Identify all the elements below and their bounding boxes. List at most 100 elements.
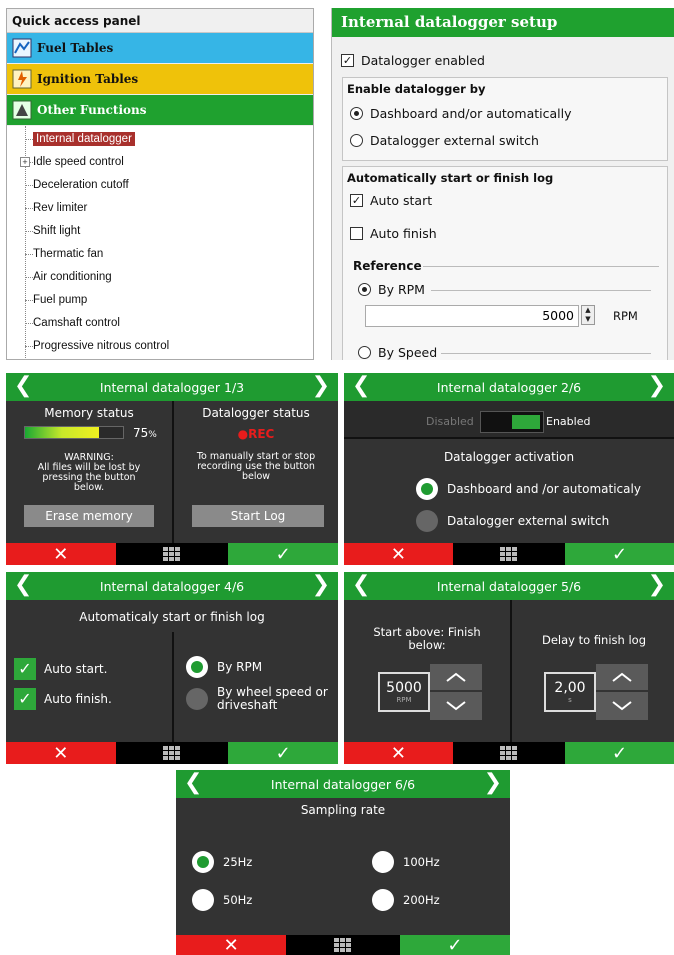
auto-start-label: Auto start. bbox=[44, 662, 108, 676]
screen-header: ❮ Internal datalogger 1/3 ❯ bbox=[6, 373, 338, 401]
tree-item-thermatic-fan[interactable]: Thermatic fan bbox=[7, 243, 313, 266]
radio-dashboard-selected[interactable] bbox=[416, 478, 438, 500]
cancel-button[interactable]: ✕ bbox=[6, 742, 116, 764]
radio-by-rpm[interactable] bbox=[186, 656, 208, 678]
confirm-button[interactable]: ✓ bbox=[228, 742, 338, 764]
memory-bar bbox=[24, 426, 124, 439]
prev-arrow-icon[interactable]: ❮ bbox=[352, 373, 370, 399]
radio-by-speed[interactable]: By Speed bbox=[358, 345, 437, 360]
cancel-button[interactable]: ✕ bbox=[6, 543, 116, 565]
datalogger-setup-panel: Internal datalogger setup ✓ Datalogger e… bbox=[331, 8, 674, 360]
enabled-label: Enabled bbox=[546, 415, 591, 428]
increment-icon[interactable] bbox=[430, 664, 482, 692]
screen-header: ❮ Internal datalogger 2/6 ❯ bbox=[344, 373, 674, 401]
radio-by-wheel-speed[interactable] bbox=[186, 688, 208, 710]
next-arrow-icon[interactable]: ❯ bbox=[648, 373, 666, 399]
auto-finish-checkbox[interactable]: Auto finish bbox=[350, 226, 437, 241]
close-icon: ✕ bbox=[390, 742, 406, 764]
function-tree: Internal datalogger + Idle speed control … bbox=[7, 126, 313, 358]
close-icon: ✕ bbox=[53, 543, 69, 565]
start-log-button[interactable]: Start Log bbox=[192, 505, 324, 527]
category-label: Other Functions bbox=[37, 103, 147, 117]
rpm-stepper[interactable] bbox=[430, 664, 482, 720]
next-arrow-icon[interactable]: ❯ bbox=[648, 572, 666, 598]
cancel-button[interactable]: ✕ bbox=[344, 742, 453, 764]
setup-title: Internal datalogger setup bbox=[332, 8, 674, 37]
menu-button[interactable] bbox=[115, 543, 229, 565]
rpm-value-box[interactable]: 5000 RPM bbox=[378, 672, 430, 712]
expand-icon[interactable]: + bbox=[20, 157, 30, 167]
menu-button[interactable] bbox=[452, 742, 566, 764]
fuel-tables-icon bbox=[11, 37, 33, 59]
radio-external-switch[interactable] bbox=[416, 510, 438, 532]
confirm-button[interactable]: ✓ bbox=[228, 543, 338, 565]
rec-indicator: ●REC bbox=[237, 427, 275, 441]
check-icon: ✓ bbox=[447, 934, 463, 955]
grid-menu-icon bbox=[500, 746, 518, 760]
radio-100hz[interactable] bbox=[372, 851, 394, 873]
increment-icon[interactable] bbox=[596, 664, 648, 692]
tree-item-progressive-nitrous-control[interactable]: Progressive nitrous control bbox=[7, 335, 313, 358]
auto-start-checkbox[interactable]: ✓ bbox=[14, 658, 36, 680]
screen-header: ❮ Internal datalogger 6/6 ❯ bbox=[176, 770, 510, 798]
by-rpm-label: By RPM bbox=[217, 660, 263, 674]
category-other-functions[interactable]: Other Functions bbox=[7, 95, 313, 126]
menu-button[interactable] bbox=[115, 742, 229, 764]
cancel-button[interactable]: ✕ bbox=[176, 935, 287, 955]
tree-item-shift-light[interactable]: Shift light bbox=[7, 220, 313, 243]
decrement-icon[interactable] bbox=[596, 692, 648, 720]
prev-arrow-icon[interactable]: ❮ bbox=[352, 572, 370, 598]
next-arrow-icon[interactable]: ❯ bbox=[312, 373, 330, 399]
menu-button[interactable] bbox=[286, 935, 400, 955]
next-arrow-icon[interactable]: ❯ bbox=[312, 572, 330, 598]
rate-100hz-label: 100Hz bbox=[403, 855, 440, 869]
radio-25hz[interactable] bbox=[192, 851, 214, 873]
radio-selected-icon bbox=[358, 283, 371, 296]
rpm-input[interactable]: 5000 bbox=[365, 305, 579, 327]
grid-menu-icon bbox=[334, 938, 352, 952]
radio-by-rpm[interactable]: By RPM bbox=[358, 282, 425, 297]
category-ignition-tables[interactable]: Ignition Tables bbox=[7, 64, 313, 95]
tree-item-camshaft-control[interactable]: Camshaft control bbox=[7, 312, 313, 335]
erase-memory-button[interactable]: Erase memory bbox=[24, 505, 154, 527]
radio-200hz[interactable] bbox=[372, 889, 394, 911]
radio-50hz[interactable] bbox=[192, 889, 214, 911]
checkbox-checked-icon: ✓ bbox=[341, 54, 354, 67]
sampling-heading: Sampling rate bbox=[300, 803, 386, 817]
decrement-icon[interactable] bbox=[430, 692, 482, 720]
prev-arrow-icon[interactable]: ❮ bbox=[184, 770, 202, 796]
screen-footer: ✕ ✓ bbox=[176, 935, 510, 955]
tree-item-air-conditioning[interactable]: Air conditioning bbox=[7, 266, 313, 289]
ignition-tables-icon bbox=[11, 68, 33, 90]
enable-toggle[interactable] bbox=[480, 411, 544, 433]
tree-item-rev-limiter[interactable]: Rev limiter bbox=[7, 197, 313, 220]
confirm-button[interactable]: ✓ bbox=[399, 934, 510, 955]
radio-external-switch[interactable]: Datalogger external switch bbox=[350, 133, 539, 148]
datalogger-enabled-checkbox[interactable]: ✓ Datalogger enabled bbox=[341, 53, 485, 68]
screen-footer: ✕ ✓ bbox=[344, 543, 674, 565]
auto-start-checkbox[interactable]: ✓ Auto start bbox=[350, 193, 432, 208]
rpm-unit: RPM bbox=[613, 309, 638, 323]
tree-item-fuel-pump[interactable]: Fuel pump bbox=[7, 289, 313, 312]
auto-finish-checkbox[interactable]: ✓ bbox=[14, 688, 36, 710]
delay-stepper[interactable] bbox=[596, 664, 648, 720]
rpm-spinner[interactable]: ▲ ▼ bbox=[581, 305, 595, 325]
cancel-button[interactable]: ✕ bbox=[344, 543, 453, 565]
option-external-switch: Datalogger external switch bbox=[447, 514, 610, 528]
next-arrow-icon[interactable]: ❯ bbox=[484, 770, 502, 796]
grid-menu-icon bbox=[163, 547, 181, 561]
rate-50hz-label: 50Hz bbox=[223, 893, 253, 907]
prev-arrow-icon[interactable]: ❮ bbox=[14, 373, 32, 399]
confirm-button[interactable]: ✓ bbox=[565, 742, 674, 764]
tree-item-deceleration-cutoff[interactable]: Deceleration cutoff bbox=[7, 174, 313, 197]
prev-arrow-icon[interactable]: ❮ bbox=[14, 572, 32, 598]
memory-percent: 75 bbox=[133, 426, 149, 440]
menu-button[interactable] bbox=[452, 543, 566, 565]
tree-item-idle-speed-control[interactable]: + Idle speed control bbox=[7, 151, 313, 174]
confirm-button[interactable]: ✓ bbox=[565, 543, 674, 565]
category-fuel-tables[interactable]: Fuel Tables bbox=[7, 33, 313, 64]
delay-value-box[interactable]: 2,00 s bbox=[544, 672, 596, 712]
tree-item-internal-datalogger[interactable]: Internal datalogger bbox=[7, 128, 313, 151]
radio-dashboard[interactable]: Dashboard and/or automatically bbox=[350, 106, 572, 121]
rate-25hz-label: 25Hz bbox=[223, 855, 253, 869]
